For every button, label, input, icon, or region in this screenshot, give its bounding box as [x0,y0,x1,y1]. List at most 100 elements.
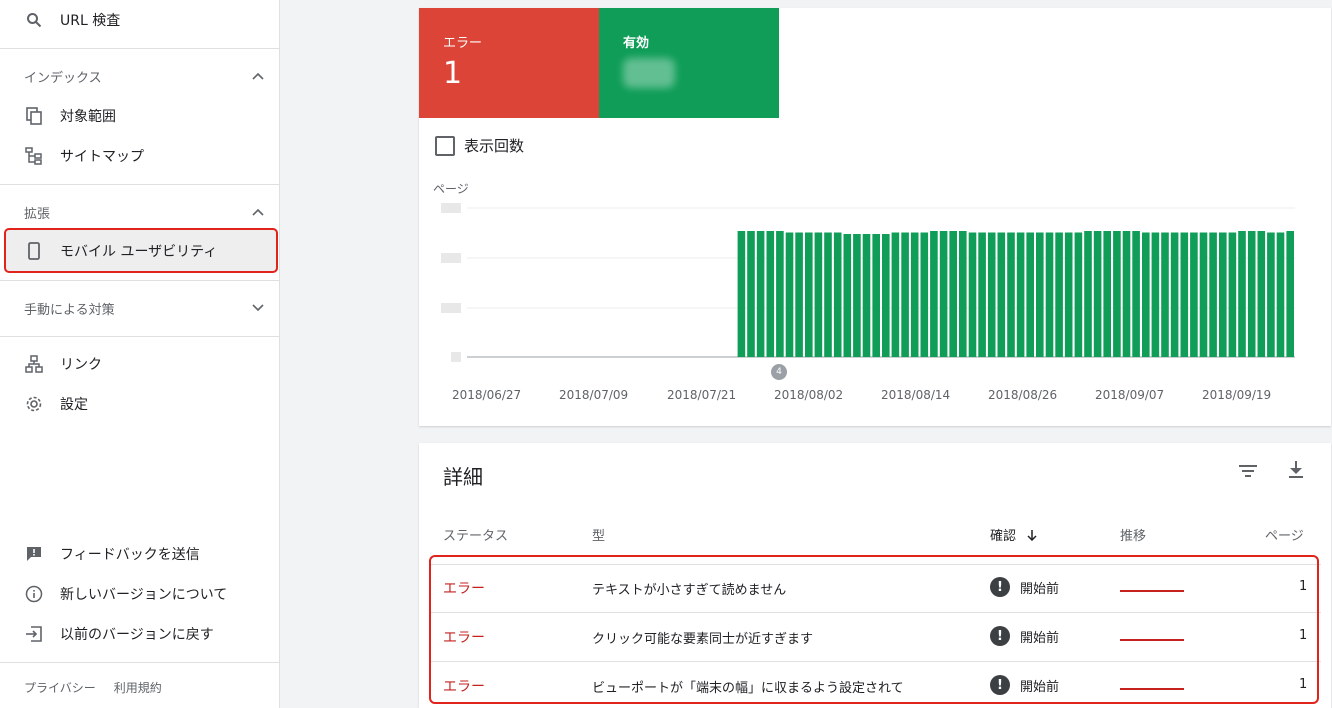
error-summary-tile[interactable]: エラー 1 [419,8,599,118]
bar [930,231,938,357]
sitemap-icon [24,146,44,166]
bar [1238,231,1246,357]
bar [872,234,880,357]
bar [1219,232,1227,357]
valid-summary-tile[interactable]: 有効 [599,8,779,118]
x-tick-label: 2018/08/02 [774,388,844,402]
x-tick-label: 2018/09/07 [1095,388,1165,402]
sidebar-item-links[interactable]: リンク [0,346,279,382]
bar [1142,232,1150,357]
bar [1064,232,1073,357]
sidebar-item-mobile-usability[interactable]: モバイル ユーザビリティ [0,233,279,269]
column-validation-label: 確認 [990,529,1017,544]
privacy-link[interactable]: プライバシー [24,679,96,696]
chevron-down-icon [252,304,264,312]
bar [1093,231,1102,357]
bar [997,232,1006,357]
x-tick-label: 2018/08/26 [988,388,1058,402]
filter-icon[interactable] [1239,463,1257,482]
sidebar-item-label: 設定 [60,397,88,413]
bar [1055,232,1063,357]
bar [939,231,948,357]
bar-series [737,231,1294,357]
sidebar-item-label: 対象範囲 [60,109,116,125]
sidebar-item-label: フィードバックを送信 [60,547,200,563]
x-tick-label: 2018/08/14 [881,388,951,402]
chart-card: エラー 1 有効 表示回数 ページ 4 2018/06/27 2018/07/0… [419,8,1331,426]
bar [766,231,775,357]
bar [1267,232,1275,357]
bar [891,232,900,357]
x-tick-label: 2018/09/19 [1202,388,1272,402]
bar [853,234,861,357]
sidebar-item-label: URL 検査 [60,13,121,29]
bar [910,232,919,357]
sidebar-item-coverage[interactable]: 対象範囲 [0,98,279,134]
bar [1209,232,1217,357]
impressions-checkbox[interactable] [435,136,455,156]
bar [805,232,813,357]
section-manual-actions-header[interactable]: 手動による対策 [24,298,264,318]
sidebar-item-label: サイトマップ [60,149,144,165]
bar [1170,232,1179,357]
bar [1257,231,1266,357]
bar [1276,232,1285,357]
bar [1074,232,1083,357]
bar [1286,231,1294,357]
bar [862,234,871,357]
sidebar-item-settings[interactable]: 設定 [0,386,279,422]
bar [1016,232,1025,357]
x-tick-label: 2018/06/27 [452,388,522,402]
bar [1151,232,1160,357]
sidebar-item-url-inspection[interactable]: URL 検査 [0,2,279,38]
divider [0,662,279,663]
sidebar-item-label: リンク [60,357,102,373]
section-index-header[interactable]: インデックス [24,66,264,86]
impressions-checkbox-label: 表示回数 [464,137,525,155]
divider [0,48,279,49]
divider [0,184,279,185]
blurred-tick [441,253,461,263]
bar [1026,232,1034,357]
section-enhancements-header[interactable]: 拡張 [24,202,264,222]
highlight-outline [429,555,1319,704]
feedback-icon [24,544,44,564]
sidebar-item-previous-version[interactable]: 以前のバージョンに戻す [0,616,279,652]
bar [1180,232,1189,357]
bar [1007,232,1015,357]
sidebar-item-send-feedback[interactable]: フィードバックを送信 [0,536,279,572]
bar [1228,232,1237,357]
bar [920,232,929,357]
sidebar-item-sitemaps[interactable]: サイトマップ [0,138,279,174]
blurred-tick [441,203,461,213]
bar [901,232,909,357]
bar [959,231,967,357]
column-trend[interactable]: 推移 [1120,525,1146,544]
bar [756,231,765,357]
divider [0,280,279,281]
bar [1132,231,1140,357]
annotation-marker[interactable]: 4 [771,364,787,380]
x-tick-label: 2018/07/21 [667,388,737,402]
terms-link[interactable]: 利用規約 [114,679,162,696]
bar [776,231,784,357]
column-pages[interactable]: ページ [1265,525,1304,544]
sidebar-item-label: モバイル ユーザビリティ [60,244,218,260]
column-status[interactable]: ステータス [443,525,508,544]
bar [1161,232,1169,357]
error-tile-count: 1 [443,56,463,91]
download-icon[interactable] [1288,461,1304,483]
gear-icon [24,394,44,414]
bar [824,232,832,357]
blurred-count [623,58,675,88]
section-title: 手動による対策 [24,302,115,318]
sidebar: URL 検査 インデックス 対象範囲 サイトマップ 拡張 モバイル ユーザビリテ… [0,0,280,708]
column-type[interactable]: 型 [592,525,605,544]
y-axis-label: ページ [433,182,469,196]
bar [978,232,986,357]
column-validation[interactable]: 確認 [990,525,1038,544]
bar [814,232,823,357]
sidebar-item-about-new-version[interactable]: 新しいバージョンについて [0,576,279,612]
bar [1045,232,1054,357]
arrow-down-icon [1027,530,1037,542]
